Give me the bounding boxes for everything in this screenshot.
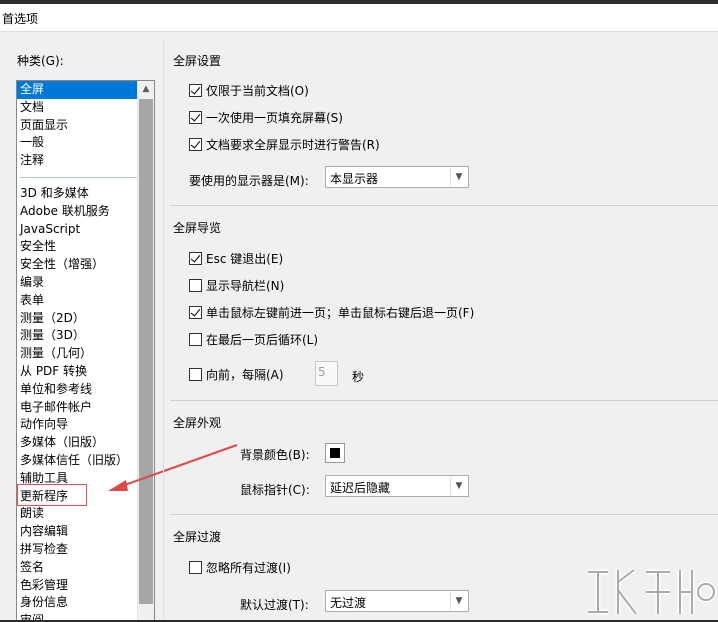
loop-label: 在最后一页后循环(L) [206, 332, 319, 347]
advance-every-label: 向前，每隔(A) [206, 367, 284, 382]
advance-every-checkbox[interactable]: 向前，每隔(A) [189, 366, 284, 382]
monitor-dropdown[interactable]: 本显示器 ▼ [325, 166, 469, 188]
current-doc-only-checkbox[interactable]: 仅限于当前文档(O) [189, 82, 309, 98]
check-icon [189, 137, 202, 151]
check-icon [189, 83, 202, 97]
checkbox-box [189, 278, 202, 292]
check-icon [189, 110, 202, 124]
section-fullscreen-appearance-title: 全屏外观 [173, 416, 222, 430]
monitor-label: 要使用的显示器是(M): [189, 174, 309, 188]
show-nav-label: 显示导航栏(N) [206, 278, 285, 293]
dropdown-arrow-icon: ▼ [450, 168, 467, 186]
warn-doc-checkbox[interactable]: 文档要求全屏显示时进行警告(R) [189, 136, 380, 152]
warn-doc-label: 文档要求全屏显示时进行警告(R) [206, 137, 380, 152]
default-transition-value: 无过渡 [330, 596, 367, 610]
section-fullscreen-setup-title: 全屏设置 [173, 54, 222, 68]
click-advance-label: 单击鼠标左键前进一页；单击鼠标右键后退一页(F) [206, 305, 475, 320]
checkbox-box [189, 332, 202, 346]
section-fullscreen-nav-title: 全屏导览 [173, 221, 222, 235]
pane-divider [163, 40, 164, 622]
dropdown-arrow-icon: ▼ [450, 477, 467, 495]
watermark-logo [588, 568, 717, 616]
cursor-value: 延迟后隐藏 [330, 481, 391, 495]
section-divider [170, 205, 718, 206]
check-icon [189, 305, 202, 319]
bg-color-picker[interactable] [325, 443, 345, 463]
default-transition-dropdown[interactable]: 无过渡 ▼ [325, 590, 469, 612]
seconds-label: 秒 [352, 370, 365, 384]
section-fullscreen-transition-title: 全屏过渡 [173, 530, 222, 544]
loop-checkbox[interactable]: 在最后一页后循环(L) [189, 331, 318, 347]
checkbox-box [189, 560, 202, 574]
checkbox-box [189, 367, 202, 381]
default-transition-label: 默认过渡(T): [240, 598, 309, 612]
check-icon [189, 251, 202, 265]
current-doc-only-label: 仅限于当前文档(O) [206, 83, 309, 98]
bg-color-label: 背景颜色(B): [240, 448, 310, 462]
section-divider [170, 400, 718, 401]
bg-color-swatch [330, 448, 340, 458]
dropdown-arrow-icon: ▼ [450, 592, 467, 610]
esc-exit-label: Esc 键退出(E) [206, 251, 284, 266]
ignore-transitions-checkbox[interactable]: 忽略所有过渡(I) [189, 559, 291, 575]
cursor-label: 鼠标指针(C): [240, 483, 310, 497]
interval-input[interactable]: 5 [315, 361, 338, 386]
show-nav-checkbox[interactable]: 显示导航栏(N) [189, 277, 284, 293]
ignore-transitions-label: 忽略所有过渡(I) [206, 560, 291, 575]
cursor-dropdown[interactable]: 延迟后隐藏 ▼ [325, 475, 469, 497]
fill-screen-label: 一次使用一页填充屏幕(S) [206, 110, 343, 125]
esc-exit-checkbox[interactable]: Esc 键退出(E) [189, 250, 283, 266]
monitor-value: 本显示器 [330, 172, 379, 186]
click-advance-checkbox[interactable]: 单击鼠标左键前进一页；单击鼠标右键后退一页(F) [189, 304, 474, 320]
section-divider [170, 514, 718, 515]
fill-screen-checkbox[interactable]: 一次使用一页填充屏幕(S) [189, 109, 343, 125]
